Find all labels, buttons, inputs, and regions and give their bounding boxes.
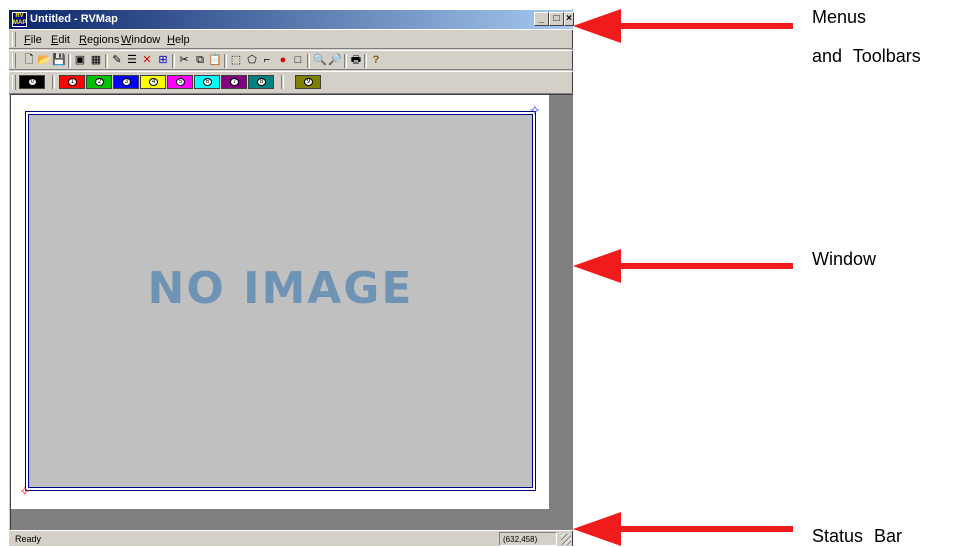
region-number-label: 5 (176, 78, 185, 86)
region-tool-icon[interactable]: ✎ (110, 53, 124, 67)
menu-bar: File Edit Regions Window Help (9, 29, 573, 49)
region-button-2[interactable]: 2 (86, 75, 112, 89)
toolbar-separator (344, 54, 347, 68)
region-number-label: 1 (68, 78, 77, 86)
region-button-3[interactable]: 3 (113, 75, 139, 89)
region-button-4[interactable]: 4 (140, 75, 166, 89)
arrow-menus-and-toolbars (573, 9, 793, 43)
toolbar-separator (307, 54, 310, 68)
cut-icon[interactable]: ✂ (177, 53, 191, 67)
region-button-0[interactable]: 0 (19, 75, 45, 89)
region-number-label: 6 (203, 78, 212, 86)
map-frame: NO IMAGE (25, 111, 536, 491)
toolbar-grip[interactable] (12, 53, 16, 68)
rvmap-window: RV MAP Untitled - RVMap _ □ × File Edit … (8, 9, 574, 547)
maximize-button[interactable]: □ (549, 12, 564, 26)
region-number-label: 3 (122, 78, 131, 86)
menu-regions[interactable]: Regions (79, 34, 119, 46)
region-number-label: 0 (28, 78, 37, 86)
region-number-label: 4 (149, 78, 158, 86)
region-button-6[interactable]: 6 (194, 75, 220, 89)
print-icon[interactable]: 🖶 (349, 53, 363, 67)
arrow-status-bar (573, 512, 793, 546)
app-icon: RV MAP (12, 12, 27, 27)
region-button-9[interactable]: 9 (295, 75, 321, 89)
delete-icon[interactable]: ✕ (140, 53, 154, 67)
arrow-window (573, 249, 793, 283)
mdi-client-area: NO IMAGE ✧ ✧ (10, 94, 573, 530)
map-document-view[interactable]: NO IMAGE ✧ ✧ (11, 95, 549, 509)
new-icon[interactable]: 🗋 (22, 53, 36, 67)
save-icon[interactable]: 💾 (52, 53, 66, 67)
title-bar[interactable]: RV MAP Untitled - RVMap _ □ × (9, 10, 574, 29)
menu-file[interactable]: File (24, 34, 42, 46)
region-number-label: 9 (304, 78, 313, 86)
toolbar-separator (172, 54, 175, 68)
cursor-coordinates: (632,458) (503, 535, 538, 544)
menu-window[interactable]: Window (121, 34, 160, 46)
circle-icon[interactable]: ● (276, 53, 290, 67)
vertical-scrollbar[interactable] (549, 95, 571, 509)
region-button-7[interactable]: 7 (221, 75, 247, 89)
size-grip-icon[interactable] (561, 534, 571, 545)
menubar-grip[interactable] (12, 32, 16, 47)
corner-handle-icon[interactable]: ✧ (529, 103, 541, 117)
copy-icon[interactable]: ⧉ (193, 53, 207, 67)
grid-icon[interactable]: ▦ (89, 53, 103, 67)
corner-handle-icon[interactable]: ✧ (19, 484, 31, 498)
minimize-button[interactable]: _ (534, 12, 549, 26)
region-button-8[interactable]: 8 (248, 75, 274, 89)
toolbar-separator (364, 54, 367, 68)
map-image-area[interactable]: NO IMAGE (28, 114, 533, 488)
toolbar-separator (281, 75, 284, 89)
status-coordinates-pane: (632,458) (499, 532, 557, 546)
square-icon[interactable]: □ (291, 53, 305, 67)
region-toolbar-grip[interactable] (12, 75, 16, 90)
region-button-1[interactable]: 1 (59, 75, 85, 89)
help-icon[interactable]: ? (369, 53, 383, 67)
region-number-label: 8 (257, 78, 266, 86)
no-image-placeholder: NO IMAGE (147, 263, 414, 314)
main-toolbar: 🗋 📂 💾 ▣ ▦ ✎ ☰ ✕ ⊞ ✂ ⧉ 📋 ⬚ ⬠ ⌐ ● □ 🔍 🔎 🖶? (9, 50, 573, 70)
label-and-toolbars: and Toolbars (812, 46, 921, 66)
region-toolbar: 0 1 2 3 4 5 6 7 8 9 (9, 71, 573, 94)
status-bar: Ready (632,458) (9, 530, 573, 547)
rectangle-icon[interactable]: ⬚ (229, 53, 243, 67)
window-title: Untitled - RVMap (30, 13, 118, 25)
select-region-icon[interactable]: ⊞ (156, 53, 170, 67)
menu-help[interactable]: Help (167, 34, 190, 46)
polygon-icon[interactable]: ⬠ (245, 53, 259, 67)
zoom-out-icon[interactable]: 🔎 (328, 53, 342, 67)
toolbar-separator (224, 54, 227, 68)
toolbar-separator (105, 54, 108, 68)
zoom-in-icon[interactable]: 🔍 (313, 53, 327, 67)
toolbar-separator (68, 54, 71, 68)
region-number-label: 7 (230, 78, 239, 86)
label-menus: Menus (812, 7, 867, 27)
paste-icon[interactable]: 📋 (208, 53, 222, 67)
view-image-icon[interactable]: ▣ (73, 53, 87, 67)
toolbar-separator (52, 75, 55, 89)
polyline-icon[interactable]: ⌐ (260, 53, 274, 67)
status-text: Ready (15, 534, 42, 544)
region-number-label: 2 (95, 78, 104, 86)
label-window: Window (812, 249, 877, 269)
open-icon[interactable]: 📂 (37, 53, 51, 67)
region-list-icon[interactable]: ☰ (125, 53, 139, 67)
menu-edit[interactable]: Edit (51, 34, 70, 46)
label-status-bar: Status Bar (812, 526, 903, 546)
region-button-5[interactable]: 5 (167, 75, 193, 89)
